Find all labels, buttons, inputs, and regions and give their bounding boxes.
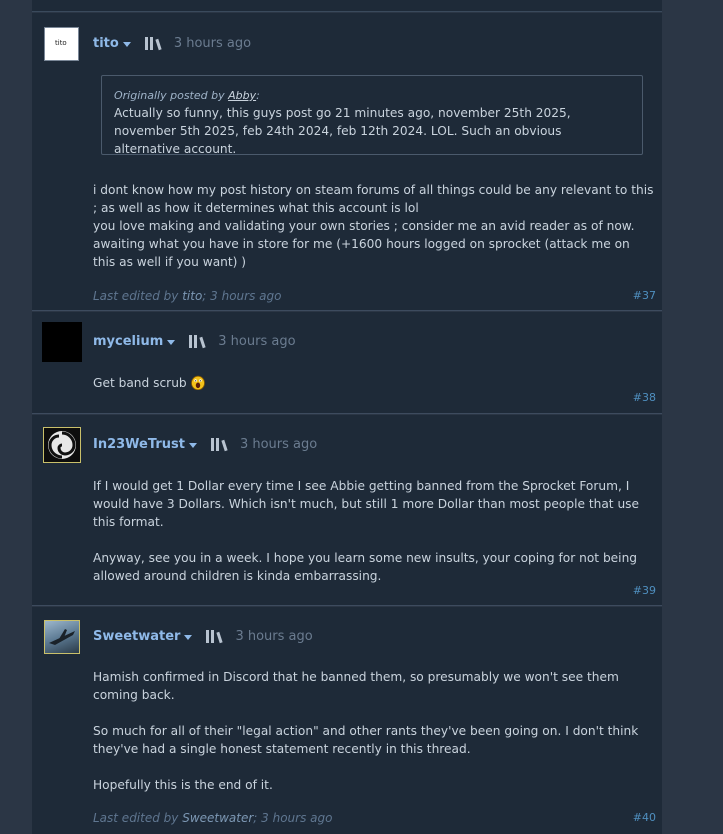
author-name[interactable]: In23WeTrust [93, 437, 185, 452]
spiral-avatar-image [48, 431, 76, 459]
quote-origin: Originally posted by Abby: [114, 88, 630, 104]
edited-by-link[interactable]: tito [182, 289, 202, 303]
edited-suffix: ; 3 hours ago [202, 289, 282, 303]
forum-post-39: In23WeTrust 3 hours ago If I would get 1… [32, 415, 662, 606]
forum-post-37: tito tito 3 hours ago Originally posted … [32, 13, 662, 311]
edited-note: Last edited by Sweetwater; 3 hours ago [93, 811, 332, 825]
dropdown-caret-icon[interactable] [122, 41, 131, 47]
quote-prefix: Originally posted by [114, 89, 229, 102]
books-icon[interactable] [210, 437, 228, 452]
edited-prefix: Last edited by [93, 811, 183, 825]
post-time[interactable]: 3 hours ago [235, 629, 312, 644]
avatar[interactable] [42, 322, 82, 362]
books-icon[interactable] [144, 36, 162, 51]
edited-by-link[interactable]: Sweetwater [182, 811, 253, 825]
edited-suffix: ; 3 hours ago [253, 811, 333, 825]
previous-post-footer [32, 0, 662, 12]
quote-suffix: : [256, 89, 260, 102]
post-number[interactable]: #38 [633, 391, 656, 404]
post-time[interactable]: 3 hours ago [218, 334, 295, 349]
author-name[interactable]: mycelium [93, 334, 163, 349]
post-header: mycelium 3 hours ago [93, 331, 296, 351]
post-header: Sweetwater 3 hours ago [93, 626, 313, 646]
post-time[interactable]: 3 hours ago [240, 437, 317, 452]
post-text: Get band scrub [93, 376, 187, 390]
post-number[interactable]: #37 [633, 289, 656, 302]
post-header: tito 3 hours ago [93, 33, 251, 53]
post-number[interactable]: #40 [633, 811, 656, 824]
post-body: Get band scrub [93, 374, 654, 392]
avatar[interactable] [43, 427, 81, 463]
forum-post-40: Sweetwater 3 hours ago Hamish confirmed … [32, 607, 662, 834]
post-body: If I would get 1 Dollar every time I see… [93, 477, 654, 585]
avatar-text: tito [55, 39, 67, 47]
post-paragraph: If I would get 1 Dollar every time I see… [93, 479, 640, 529]
dropdown-caret-icon[interactable] [188, 442, 197, 448]
post-body: i dont know how my post history on steam… [93, 181, 654, 271]
books-icon[interactable] [206, 629, 224, 644]
author-name[interactable]: Sweetwater [93, 629, 180, 644]
quote-block: Originally posted by Abby: Actually so f… [101, 75, 643, 156]
edited-note: Last edited by tito; 3 hours ago [93, 289, 281, 303]
plane-avatar-image [49, 629, 75, 645]
post-line: awaiting what you have in store for me (… [93, 237, 630, 269]
post-number[interactable]: #39 [633, 584, 656, 597]
avatar[interactable] [44, 620, 80, 654]
post-header: In23WeTrust 3 hours ago [93, 434, 317, 454]
post-body: Hamish confirmed in Discord that he bann… [93, 668, 654, 794]
dropdown-caret-icon[interactable] [167, 339, 176, 345]
post-paragraph: So much for all of their "legal action" … [93, 724, 639, 756]
post-paragraph: Hamish confirmed in Discord that he bann… [93, 670, 619, 702]
dropdown-caret-icon[interactable] [184, 634, 193, 640]
forum-post-38: mycelium 3 hours ago Get band scrub #38 [32, 312, 662, 414]
post-line: i dont know how my post history on steam… [93, 183, 654, 215]
author-name[interactable]: tito [93, 36, 119, 51]
post-paragraph: Hopefully this is the end of it. [93, 778, 273, 792]
post-time[interactable]: 3 hours ago [174, 36, 251, 51]
quote-text: Actually so funny, this guys post go 21 … [114, 106, 571, 156]
edited-prefix: Last edited by [93, 289, 183, 303]
screaming-face-emoji [190, 375, 205, 390]
quoted-author-link[interactable]: Abby [228, 89, 256, 102]
post-line: you love making and validating your own … [93, 219, 635, 233]
post-paragraph: Anyway, see you in a week. I hope you le… [93, 551, 638, 583]
books-icon[interactable] [189, 334, 206, 349]
avatar[interactable]: tito [44, 27, 79, 61]
